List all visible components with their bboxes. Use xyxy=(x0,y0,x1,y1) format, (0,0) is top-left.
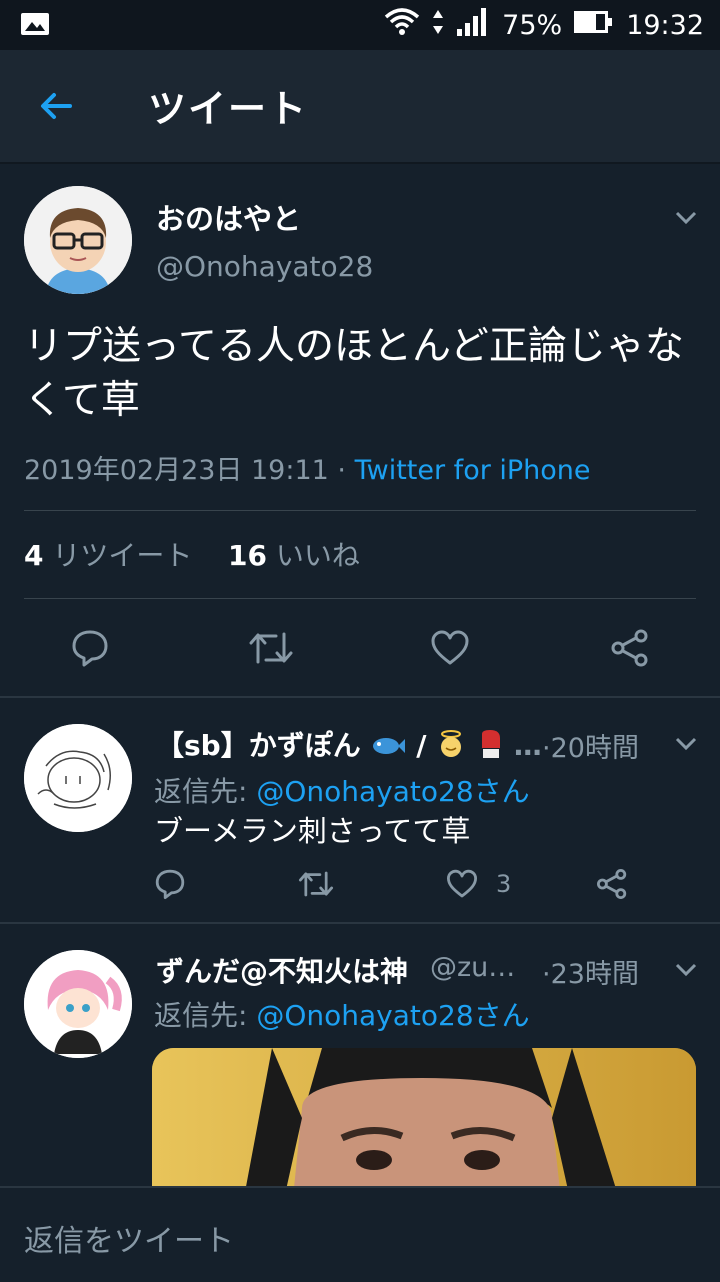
tweet-actions xyxy=(0,628,720,678)
clock: 19:32 xyxy=(626,9,704,41)
gallery-notification-icon xyxy=(20,12,50,40)
reply-input-placeholder[interactable]: 返信をツイート xyxy=(24,1216,234,1260)
like-heart-icon[interactable] xyxy=(430,628,470,672)
reply-time: ·20時間 xyxy=(542,733,639,764)
boxing-glove-emoji-icon xyxy=(476,728,504,767)
attached-photo[interactable] xyxy=(152,1048,696,1188)
meta-separator: · xyxy=(337,455,347,486)
reply-author-handle[interactable]: @zu… xyxy=(430,952,515,983)
page-title: ツイート xyxy=(148,87,309,131)
chevron-down-icon[interactable] xyxy=(674,962,698,978)
battery-percent: 75% xyxy=(502,9,563,41)
replying-to: 返信先: @Onohayato28さん xyxy=(154,994,530,1034)
replying-to-link[interactable]: @Onohayato28さん xyxy=(256,775,529,808)
reply-text: ブーメラン刺さってて草 xyxy=(154,814,471,848)
compose-reply-bar[interactable]: 返信をツイート xyxy=(0,1186,720,1282)
back-arrow-icon[interactable] xyxy=(36,86,76,126)
tweet-stats: 4 リツイート 16 いいね xyxy=(24,534,360,574)
signal-icon xyxy=(456,7,490,44)
reply-icon[interactable] xyxy=(70,628,110,672)
tweet-source-link[interactable]: Twitter for iPhone xyxy=(355,455,591,486)
retweet-icon[interactable] xyxy=(298,868,334,904)
reply-author-name[interactable]: ずんだ@不知火は神 xyxy=(156,950,408,990)
reply-time: ·23時間 xyxy=(542,959,639,990)
battery-icon xyxy=(574,10,614,41)
tweet-date: 2019年02月23日 19:11 xyxy=(24,455,329,486)
avatar[interactable] xyxy=(24,724,132,832)
data-transfer-icon xyxy=(432,9,444,42)
author-name[interactable]: おのはやと xyxy=(156,196,301,238)
replying-to: 返信先: @Onohayato28さん xyxy=(154,770,530,810)
divider xyxy=(24,598,696,599)
name-overflow: … xyxy=(513,729,542,762)
fish-emoji-icon xyxy=(370,731,406,764)
share-icon[interactable] xyxy=(596,868,628,904)
angel-emoji-icon xyxy=(436,729,466,766)
wifi-icon xyxy=(384,7,420,44)
like-count[interactable]: 16 xyxy=(228,539,267,572)
reply-like-count: 3 xyxy=(496,870,512,898)
retweet-count[interactable]: 4 xyxy=(24,539,43,572)
author-handle[interactable]: @Onohayato28 xyxy=(156,250,373,283)
reply-author-name-text: 【sb】かずぽん xyxy=(156,729,361,762)
retweet-label[interactable]: リツイート xyxy=(52,539,192,572)
status-bar: 75% 19:32 xyxy=(0,0,720,50)
retweet-icon[interactable] xyxy=(248,628,294,672)
tweet-meta: 2019年02月23日 19:11 · Twitter for iPhone xyxy=(24,448,591,487)
divider xyxy=(24,510,696,511)
avatar[interactable] xyxy=(24,950,132,1058)
replying-label: 返信先: xyxy=(154,775,248,808)
like-label[interactable]: いいね xyxy=(276,539,360,572)
like-heart-icon[interactable] xyxy=(446,868,478,904)
chevron-down-icon[interactable] xyxy=(674,210,698,226)
reply-tweet[interactable]: 【sb】かずぽん / … ·20時間 返信先: @Onohayato28さん ブ… xyxy=(0,696,720,922)
replying-label: 返信先: xyxy=(154,999,248,1032)
reply-icon[interactable] xyxy=(154,868,186,904)
replying-to-link[interactable]: @Onohayato28さん xyxy=(256,999,529,1032)
avatar[interactable] xyxy=(24,186,132,294)
share-icon[interactable] xyxy=(610,628,650,672)
reply-tweet[interactable]: ずんだ@不知火は神 @zu… ·23時間 返信先: @Onohayato28さん xyxy=(0,922,720,1188)
tweet-text: リプ送ってる人のほとんど正論じゃなくて草 xyxy=(24,324,684,423)
app-bar: ツイート xyxy=(0,50,720,164)
reply-author-name[interactable]: 【sb】かずぽん / … xyxy=(156,724,542,767)
chevron-down-icon[interactable] xyxy=(674,736,698,752)
